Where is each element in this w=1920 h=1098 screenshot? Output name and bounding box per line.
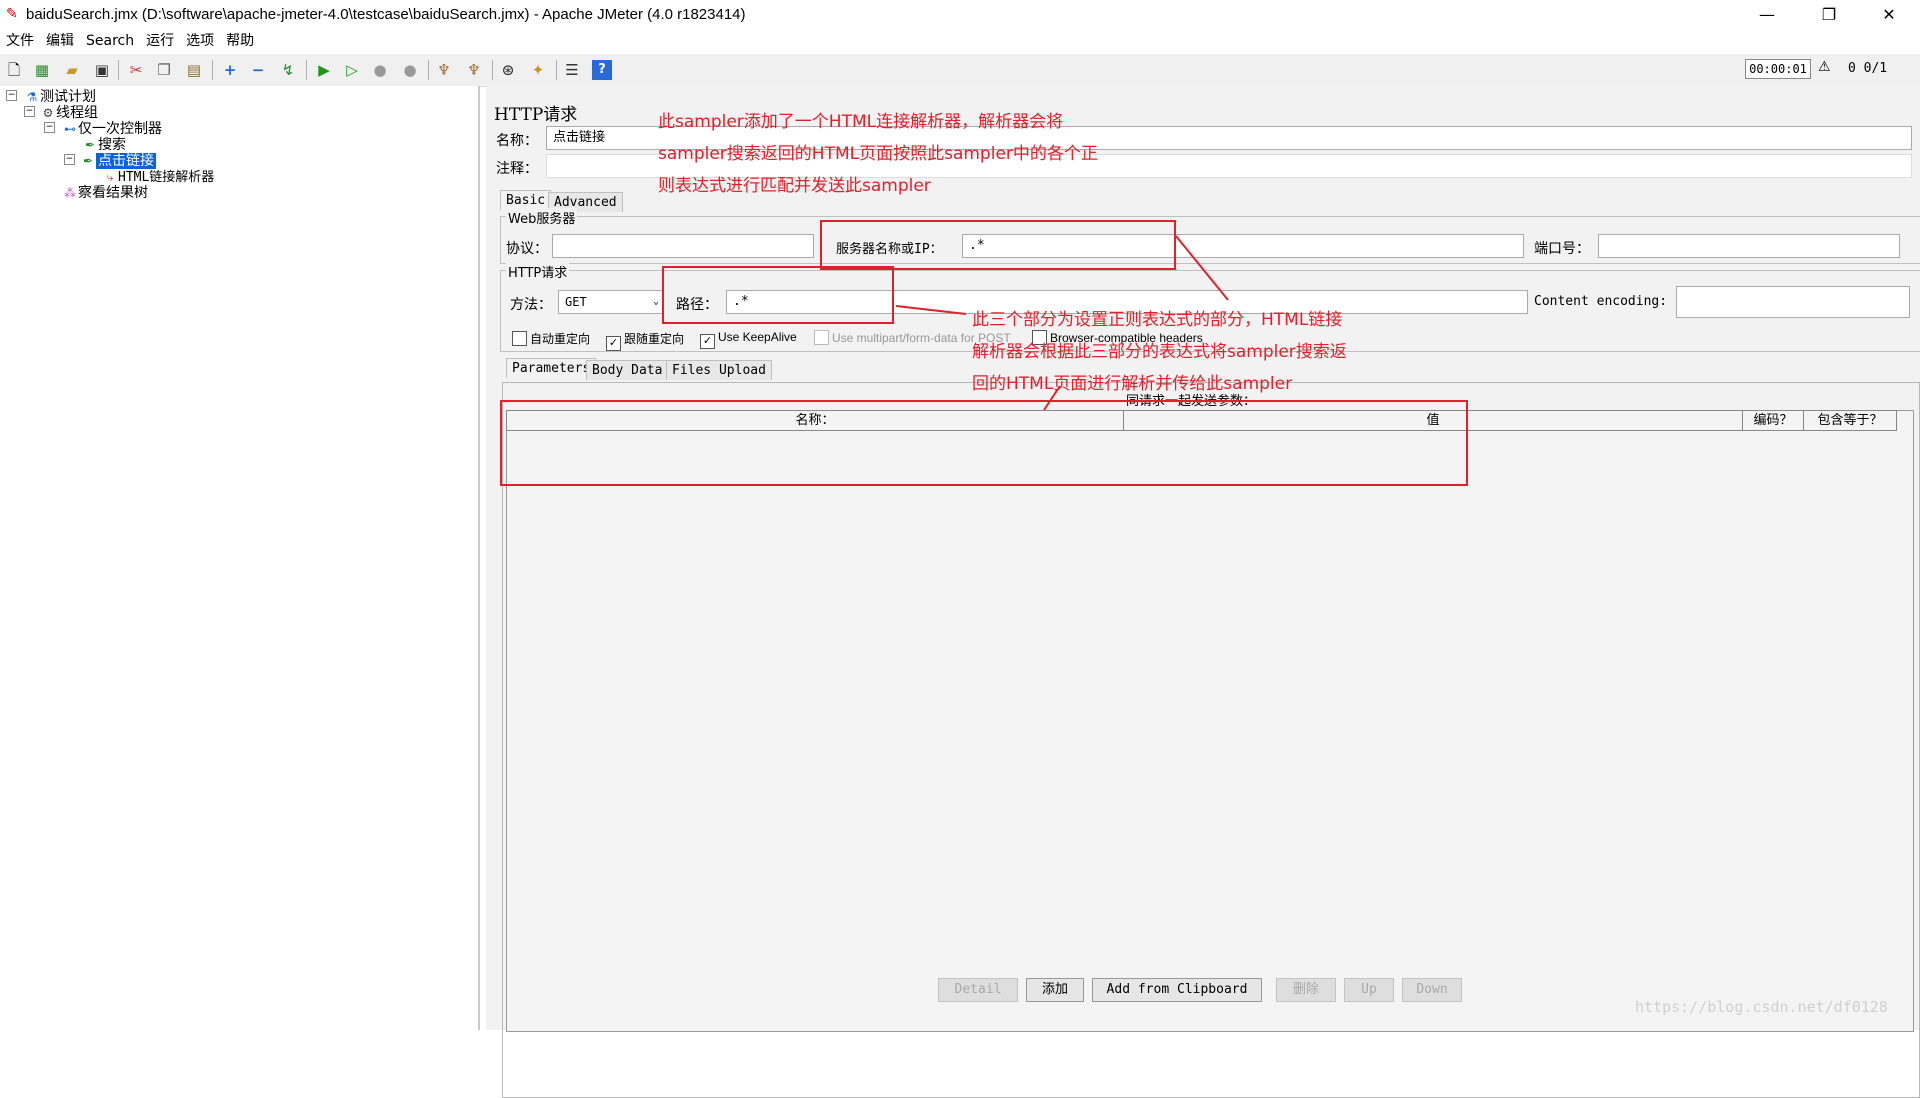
method-label: 方法： [510, 297, 552, 313]
start-no-pauses-icon[interactable]: ▷ [342, 60, 362, 80]
port-label: 端口号： [1534, 241, 1590, 257]
clear-icon[interactable]: ♆ [434, 60, 454, 80]
detail-button[interactable]: Detail [938, 978, 1018, 1002]
http-request-panel: HTTP请求 名称： 点击链接 注释： Basic Advanced Web服务… [486, 86, 1920, 1098]
parameters-highlight-box [500, 400, 1468, 486]
menu-help[interactable]: 帮助 [220, 30, 260, 52]
checkbox-disabled [814, 330, 829, 345]
jmeter-feather-icon: ✎ [6, 6, 18, 22]
clear-all-icon[interactable]: ♆ [464, 60, 484, 80]
warning-icon[interactable]: ⚠ [1818, 59, 1831, 75]
content-encoding-field[interactable] [1676, 286, 1910, 318]
subtab-files-upload[interactable]: Files Upload [666, 360, 772, 380]
gear-icon: ⚙ [42, 106, 54, 120]
add-from-clipboard-button[interactable]: Add from Clipboard [1092, 978, 1262, 1002]
collapse-thread-group-toggle[interactable]: − [24, 106, 35, 117]
menu-search[interactable]: Search [80, 30, 140, 52]
menu-edit[interactable]: 编辑 [40, 30, 80, 52]
protocol-field[interactable] [552, 234, 814, 258]
cut-icon[interactable]: ✂ [126, 60, 146, 80]
menu-options[interactable]: 选项 [180, 30, 220, 52]
subtab-parameters[interactable]: Parameters [506, 358, 597, 378]
start-icon[interactable]: ▶ [314, 60, 334, 80]
watermark: https://blog.csdn.net/df0128 [1635, 998, 1888, 1016]
panel-title: HTTP请求 [494, 105, 578, 125]
listener-icon: ⁂ [64, 186, 76, 200]
menu-file[interactable]: 文件 [0, 30, 40, 52]
up-button[interactable]: Up [1344, 978, 1394, 1002]
open-folder-icon[interactable]: ▰ [62, 60, 82, 80]
paste-icon[interactable]: ▤ [184, 60, 204, 80]
error-thread-count: 0 0/1 [1848, 61, 1888, 76]
toggle-icon[interactable]: ↯ [278, 60, 298, 80]
add-button[interactable]: 添加 [1026, 978, 1084, 1002]
annotation-middle: 此三个部分为设置正则表达式的部分，HTML链接 解析器会根据此三部分的表达式将s… [972, 310, 1347, 394]
test-plan-icon: ⚗ [26, 90, 38, 104]
keepalive-checkbox[interactable]: ✓ Use KeepAlive [700, 330, 797, 349]
copy-icon[interactable]: ❐ [154, 60, 174, 80]
expand-all-icon[interactable]: + [220, 60, 240, 80]
controller-icon: ⊷ [64, 122, 76, 136]
sampler-pipette-icon: ✒ [82, 154, 94, 168]
name-label: 名称： [496, 133, 538, 149]
collapse-test-plan-toggle[interactable]: − [6, 90, 17, 101]
check-icon: ✓ [700, 334, 715, 349]
templates-icon[interactable]: ▦ [32, 60, 52, 80]
column-include-equals[interactable]: 包含等于？ [1803, 410, 1897, 431]
chevron-down-icon: ⌄ [652, 296, 659, 307]
path-highlight-box [662, 266, 894, 324]
shutdown-icon[interactable]: ● [400, 60, 420, 80]
auto-redirect-checkbox[interactable]: 自动重定向 [512, 330, 590, 347]
window-title: baiduSearch.jmx (D:\software\apache-jmet… [26, 6, 746, 23]
collapse-click-link-toggle[interactable]: − [64, 154, 75, 165]
server-highlight-box [820, 220, 1176, 270]
method-select[interactable]: GET ⌄ [558, 290, 664, 314]
tree-item-view-results-tree[interactable]: ⁂ 察看结果树 [62, 182, 148, 202]
new-file-icon[interactable]: 🗋 [4, 60, 24, 80]
collapse-all-icon[interactable]: − [248, 60, 268, 80]
checkbox-unchecked [512, 331, 527, 346]
down-button[interactable]: Down [1402, 978, 1462, 1002]
column-encode[interactable]: 编码？ [1742, 410, 1804, 431]
title-bar: ✎ baiduSearch.jmx (D:\software\apache-jm… [0, 0, 1920, 30]
comment-label: 注释： [496, 161, 538, 177]
save-icon[interactable]: ▣ [92, 60, 112, 80]
elapsed-timer: 00:00:01 [1745, 59, 1811, 79]
close-button[interactable]: ✕ [1866, 0, 1912, 30]
stop-icon[interactable]: ● [370, 60, 390, 80]
parameters-table[interactable] [506, 410, 1914, 1032]
delete-button[interactable]: 删除 [1276, 978, 1336, 1002]
content-encoding-label: Content encoding: [1534, 294, 1668, 309]
menu-run[interactable]: 运行 [140, 30, 180, 52]
menu-bar: 文件 编辑 Search 运行 选项 帮助 [0, 30, 1920, 52]
search-binoculars-icon[interactable]: ⊛ [498, 60, 518, 80]
toolbar: 🗋 ▦ ▰ ▣ ✂ ❐ ▤ + − ↯ ▶ ▷ ● ● ♆ ♆ ⊛ ✦ ☰ ? … [0, 54, 1920, 87]
web-server-group-title: Web服务器 [506, 208, 578, 227]
subtab-body-data[interactable]: Body Data [586, 360, 669, 380]
check-icon: ✓ [606, 336, 621, 351]
annotation-top: 此sampler添加了一个HTML连接解析器，解析器会将 sampler搜索返回… [658, 112, 1098, 196]
maximize-button[interactable]: ❐ [1806, 0, 1852, 30]
port-field[interactable] [1598, 234, 1900, 258]
collapse-controller-toggle[interactable]: − [44, 122, 55, 133]
help-icon[interactable]: ? [592, 60, 612, 80]
minimize-button[interactable]: — [1744, 0, 1790, 30]
protocol-label: 协议： [506, 241, 548, 257]
follow-redirect-checkbox[interactable]: ✓ 跟随重定向 [606, 330, 684, 351]
http-request-group-title: HTTP请求 [506, 262, 570, 281]
test-plan-tree: − ⚗ 测试计划 − ⚙ 线程组 − ⊷ 仅一次控制器 ✒ 搜索 − ✒ 点击链接 ⤷ HT… [0, 86, 480, 1030]
reset-search-icon[interactable]: ✦ [528, 60, 548, 80]
tab-basic[interactable]: Basic [500, 190, 552, 210]
function-helper-icon[interactable]: ☰ [562, 60, 582, 80]
